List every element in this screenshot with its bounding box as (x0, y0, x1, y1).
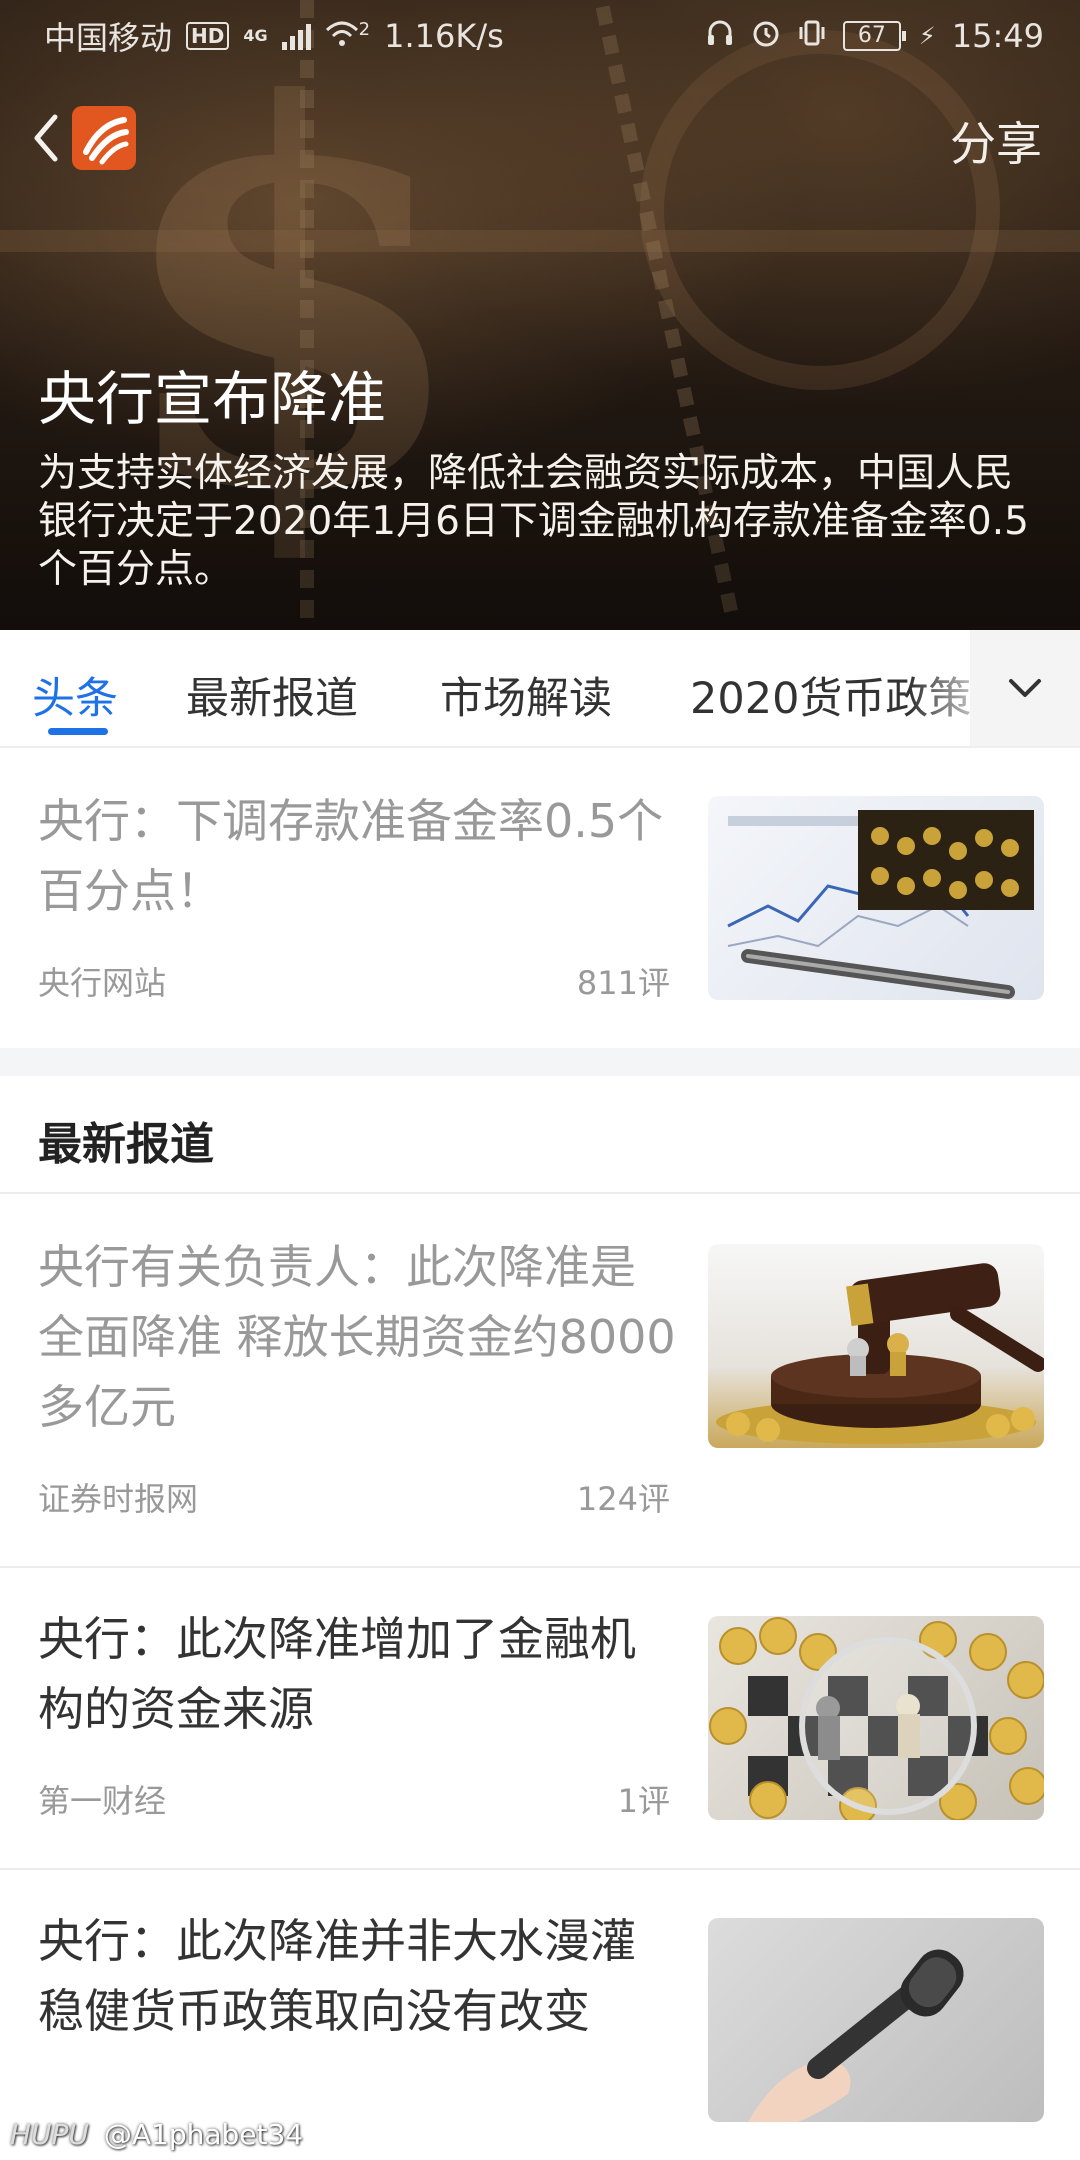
category-tabs: 头条 最新报道 市场解读 2020货币政策 (0, 630, 1080, 748)
watermark: HUPU @A1phabet34 (10, 2118, 303, 2151)
news-item[interactable]: 央行：此次降准增加了金融机构的资金来源 第一财经 1评 (0, 1568, 1080, 1868)
clock: 15:49 (951, 17, 1044, 55)
news-thumbnail (708, 1244, 1044, 1448)
headphones-icon (705, 18, 735, 54)
share-button[interactable]: 分享 (950, 108, 1042, 174)
news-item-headline[interactable]: 央行：下调存款准备金率0.5个百分点！ 央行网站 811评 (0, 750, 1080, 1050)
section-title-latest: 最新报道 (38, 1119, 214, 1170)
app-logo (72, 106, 136, 170)
expand-tabs-button[interactable] (970, 630, 1080, 746)
news-source: 证券时报网 (38, 1480, 199, 1518)
news-thumbnail (708, 796, 1044, 1000)
section-separator (0, 1048, 1080, 1076)
chevron-left-icon (34, 114, 58, 162)
signal-icon (281, 22, 311, 50)
network-type: 4G (243, 26, 268, 45)
network-speed: 1.16K/s (384, 17, 504, 55)
watermark-handle: @A1phabet34 (103, 2118, 304, 2151)
topic-description: 为支持实体经济发展，降低社会融资实际成本，中国人民银行决定于2020年1月6日下… (38, 451, 1029, 592)
vibrate-icon (797, 18, 827, 54)
topic-title: 央行宣布降准 (38, 365, 387, 433)
chevron-down-icon (1009, 679, 1041, 697)
hd-badge: HD (186, 22, 230, 50)
battery-level: 67 (857, 23, 886, 48)
news-source: 第一财经 (38, 1782, 167, 1820)
news-comment-count: 124评 (576, 1480, 670, 1518)
tab-headlines[interactable]: 头条 (32, 664, 118, 726)
page: $ 中国移动 HD 4G 2 (0, 0, 1080, 2160)
back-button[interactable] (22, 108, 70, 168)
status-bar: 中国移动 HD 4G 2 1.16K/s 67 ⚡ 15:49 (0, 0, 1080, 72)
news-title: 央行有关负责人：此次降准是全面降准 释放长期资金约8000多亿元 (38, 1240, 676, 1434)
carrier-name: 中国移动 (44, 19, 173, 57)
tab-latest[interactable]: 最新报道 (186, 664, 358, 726)
charging-icon: ⚡ (918, 22, 936, 50)
tab-market-analysis[interactable]: 市场解读 (440, 664, 612, 726)
wifi-icon (325, 18, 359, 54)
active-tab-indicator (48, 728, 108, 735)
news-thumbnail (708, 1918, 1044, 2122)
news-title: 央行：此次降准并非大水漫灌 稳健货币政策取向没有改变 (38, 1914, 636, 2038)
news-item[interactable]: 央行有关负责人：此次降准是全面降准 释放长期资金约8000多亿元 证券时报网 1… (0, 1194, 1080, 1566)
news-title: 央行：下调存款准备金率0.5个百分点！ (38, 794, 664, 918)
news-title: 央行：此次降准增加了金融机构的资金来源 (38, 1612, 636, 1736)
news-comment-count: 1评 (617, 1782, 670, 1820)
wifi-superscript: 2 (358, 18, 371, 40)
watermark-brand: HUPU (10, 2118, 89, 2151)
topic-banner: $ 中国移动 HD 4G 2 (0, 0, 1080, 630)
news-item[interactable]: 央行：此次降准并非大水漫灌 稳健货币政策取向没有改变 (0, 1870, 1080, 2160)
news-thumbnail (708, 1616, 1044, 1820)
news-source: 央行网站 (38, 964, 167, 1002)
news-comment-count: 811评 (576, 964, 670, 1002)
alarm-icon (751, 18, 781, 54)
battery-icon: 67 (842, 21, 906, 51)
